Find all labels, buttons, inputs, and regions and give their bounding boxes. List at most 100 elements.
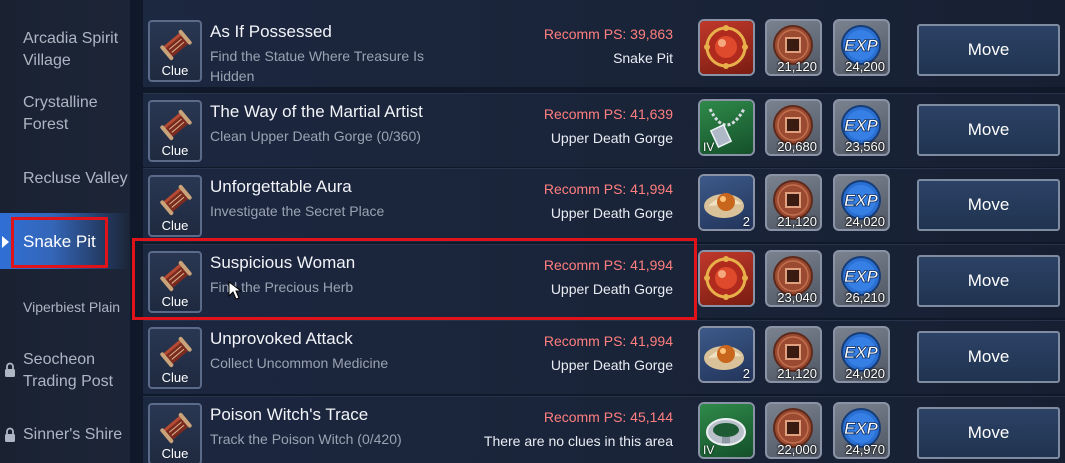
gold-amount: 20,680 <box>777 139 817 154</box>
gold-amount: 23,040 <box>777 290 817 305</box>
recommended-power: Recomm PS: 41,639 <box>543 106 673 122</box>
clue-label: Clue <box>161 446 189 461</box>
reward-gold[interactable]: 21,120 <box>765 326 822 383</box>
sidebar-item-label: Snake Pit <box>23 232 96 251</box>
sidebar-item-label: Recluse Valley <box>23 170 128 187</box>
gold-amount: 21,120 <box>777 214 817 229</box>
reward-exp[interactable]: EXP 24,970 <box>833 402 890 459</box>
sidebar-item-label: Seocheon Trading Post <box>23 351 114 390</box>
clue-icon[interactable]: Clue <box>148 100 202 162</box>
svg-text:EXP: EXP <box>844 343 879 362</box>
clue-label: Clue <box>161 63 189 78</box>
svg-text:EXP: EXP <box>844 191 879 210</box>
quest-area: Snake Pit <box>613 50 673 66</box>
reward-exp[interactable]: EXP 26,210 <box>833 250 890 307</box>
gold-amount: 21,120 <box>777 366 817 381</box>
reward-gold[interactable]: 22,000 <box>765 402 822 459</box>
reward-exp[interactable]: EXP 23,560 <box>833 99 890 156</box>
scroll-icon <box>160 29 192 61</box>
gold-amount: 22,000 <box>777 442 817 457</box>
quest-row[interactable]: Clue As If Possessed Find the Statue Whe… <box>143 0 1065 87</box>
svg-text:EXP: EXP <box>844 36 879 55</box>
move-button[interactable]: Move <box>917 104 1060 156</box>
reward-gold[interactable]: 23,040 <box>765 250 822 307</box>
quest-area: Upper Death Gorge <box>550 357 673 373</box>
reward-item[interactable] <box>698 250 755 307</box>
lock-icon <box>5 362 15 377</box>
scroll-icon <box>160 184 192 216</box>
item-tier: IV <box>703 443 715 457</box>
move-button[interactable]: Move <box>917 331 1060 383</box>
recommended-power: Recomm PS: 39,863 <box>543 26 673 42</box>
gold-amount: 21,120 <box>777 59 817 74</box>
quest-row[interactable]: Clue Unforgettable Aura Investigate the … <box>143 168 1065 242</box>
sidebar-item-sinners-shire[interactable]: Sinner's Shire <box>0 424 130 446</box>
move-button[interactable]: Move <box>917 255 1060 307</box>
move-button[interactable]: Move <box>917 407 1060 459</box>
reward-item[interactable] <box>698 19 755 76</box>
clue-label: Clue <box>161 218 189 233</box>
reward-item[interactable]: 2 <box>698 326 755 383</box>
reward-exp[interactable]: EXP 24,020 <box>833 174 890 231</box>
sidebar-item-recluse-valley[interactable]: Recluse Valley <box>0 168 130 190</box>
quest-list: Clue As If Possessed Find the Statue Whe… <box>130 0 1065 463</box>
quest-description: Investigate the Secret Place <box>210 203 385 219</box>
reward-exp[interactable]: EXP 24,200 <box>833 19 890 76</box>
reward-item[interactable]: IV <box>698 402 755 459</box>
lock-icon <box>5 427 15 442</box>
sidebar-item-seocheon-trading-post[interactable]: Seocheon Trading Post <box>0 349 130 393</box>
clue-icon[interactable]: Clue <box>148 251 202 313</box>
quest-description: Find the Statue Where Treasure Is Hidden <box>210 48 424 84</box>
clue-icon[interactable]: Clue <box>148 327 202 389</box>
sidebar-item-crystalline-forest[interactable]: Crystalline Forest <box>0 92 130 136</box>
mouse-cursor-icon <box>228 281 243 300</box>
quest-description: Clean Upper Death Gorge (0/360) <box>210 128 421 144</box>
clue-icon[interactable]: Clue <box>148 175 202 237</box>
sidebar-item-label: Arcadia Spirit Village <box>23 30 119 69</box>
reward-item[interactable]: 2 <box>698 174 755 231</box>
quest-title: Unprovoked Attack <box>210 329 353 348</box>
reward-gold[interactable]: 21,120 <box>765 19 822 76</box>
sidebar-item-arcadia-spirit-village[interactable]: Arcadia Spirit Village <box>0 28 130 72</box>
recommended-power: Recomm PS: 45,144 <box>543 409 673 425</box>
quest-title: Unforgettable Aura <box>210 177 352 196</box>
clue-icon[interactable]: Clue <box>148 20 202 82</box>
exp-amount: 26,210 <box>845 290 885 305</box>
quest-description: Collect Uncommon Medicine <box>210 355 389 371</box>
item-tier: IV <box>703 140 715 154</box>
quest-area: Upper Death Gorge <box>550 205 673 221</box>
quest-area: There are no clues in this area <box>483 433 673 449</box>
quest-row[interactable]: Clue Suspicious Woman Find the Precious … <box>143 244 1065 318</box>
quest-title: Poison Witch's Trace <box>210 405 369 424</box>
sidebar-item-snake-pit[interactable]: Snake Pit <box>0 213 130 269</box>
clue-label: Clue <box>161 294 189 309</box>
exp-amount: 24,200 <box>845 59 885 74</box>
region-sidebar: Arcadia Spirit Village Crystalline Fores… <box>0 0 130 463</box>
quest-area: Upper Death Gorge <box>550 281 673 297</box>
move-button[interactable]: Move <box>917 24 1060 76</box>
exp-amount: 23,560 <box>845 139 885 154</box>
scroll-icon <box>160 336 192 368</box>
clue-label: Clue <box>161 143 189 158</box>
clue-icon[interactable]: Clue <box>148 403 202 463</box>
sidebar-item-label: Sinner's Shire <box>23 426 123 443</box>
quest-row[interactable]: Clue Unprovoked Attack Collect Uncommon … <box>143 320 1065 394</box>
reward-item[interactable]: IV <box>698 99 755 156</box>
reward-gold[interactable]: 20,680 <box>765 99 822 156</box>
quest-description: Find the Precious Herb <box>210 279 354 295</box>
exp-amount: 24,970 <box>845 442 885 457</box>
sidebar-item-viperbiest-plain[interactable]: Viperbiest Plain <box>0 296 130 318</box>
move-button[interactable]: Move <box>917 179 1060 231</box>
quest-row[interactable]: Clue The Way of the Martial Artist Clean… <box>143 93 1065 167</box>
reward-exp[interactable]: EXP 24,020 <box>833 326 890 383</box>
scroll-icon <box>160 109 192 141</box>
svg-text:EXP: EXP <box>844 116 879 135</box>
svg-text:EXP: EXP <box>844 267 879 286</box>
quest-row[interactable]: Clue Poison Witch's Trace Track the Pois… <box>143 396 1065 463</box>
item-count: 2 <box>742 366 750 381</box>
sidebar-item-label: Crystalline Forest <box>23 94 98 133</box>
sidebar-item-label: Viperbiest Plain <box>23 299 121 315</box>
recommended-power: Recomm PS: 41,994 <box>543 257 673 273</box>
reward-gold[interactable]: 21,120 <box>765 174 822 231</box>
exp-amount: 24,020 <box>845 366 885 381</box>
